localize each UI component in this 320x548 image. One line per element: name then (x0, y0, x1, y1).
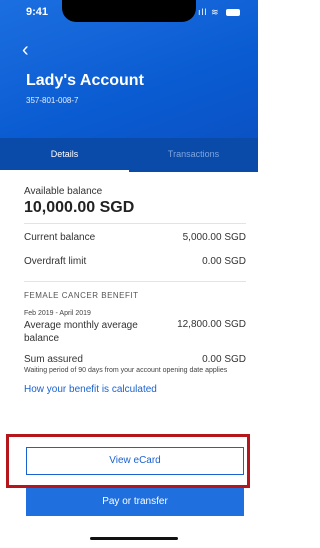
benefit-period: Feb 2019 - April 2019 (24, 310, 91, 317)
overdraft-value: 0.00 SGD (202, 256, 246, 267)
page-title: Lady's Account (26, 72, 144, 89)
status-icons: ıll ≋ (198, 7, 240, 18)
status-time: 9:41 (26, 6, 49, 18)
benefit-calculation-link[interactable]: How your benefit is calculated (24, 384, 246, 395)
account-header: 9:41 ıll ≋ ‹ Lady's Account 357-801-008-… (0, 0, 258, 172)
avg-balance-row: Average monthly average balance 12,800.0… (24, 319, 246, 345)
tab-details[interactable]: Details (0, 138, 129, 172)
avg-balance-value: 12,800.00 SGD (177, 319, 246, 330)
available-balance-label: Available balance (24, 186, 103, 197)
overdraft-label: Overdraft limit (24, 256, 87, 267)
account-number: 357-801-008-7 (26, 96, 79, 105)
home-indicator (90, 537, 178, 540)
benefit-heading: FEMALE CANCER BENEFIT (24, 291, 139, 300)
pay-or-transfer-button[interactable]: Pay or transfer (26, 488, 244, 516)
waiting-period-note: Waiting period of 90 days from your acco… (24, 367, 228, 374)
details-content: Available balance 10,000.00 SGD Current … (24, 180, 246, 395)
tab-transactions[interactable]: Transactions (129, 138, 258, 172)
tab-bar: Details Transactions (0, 138, 258, 172)
sum-assured-row: Sum assured 0.00 SGD (24, 354, 246, 365)
back-button[interactable]: ‹ (22, 40, 29, 60)
divider (24, 281, 246, 282)
current-balance-value: 5,000.00 SGD (182, 232, 246, 243)
view-ecard-button[interactable]: View eCard (26, 447, 244, 475)
signal-wifi-icon: ıll ≋ (197, 7, 220, 17)
battery-icon (226, 9, 240, 17)
sum-assured-value: 0.00 SGD (202, 354, 246, 365)
available-balance-value: 10,000.00 SGD (24, 199, 135, 216)
current-balance-label: Current balance (24, 232, 96, 243)
overdraft-row: Overdraft limit 0.00 SGD (24, 256, 246, 267)
divider (24, 223, 246, 224)
current-balance-row: Current balance 5,000.00 SGD (24, 232, 246, 243)
device-notch (62, 0, 196, 22)
avg-balance-label: Average monthly average balance (24, 320, 138, 344)
sum-assured-label: Sum assured (24, 354, 83, 365)
